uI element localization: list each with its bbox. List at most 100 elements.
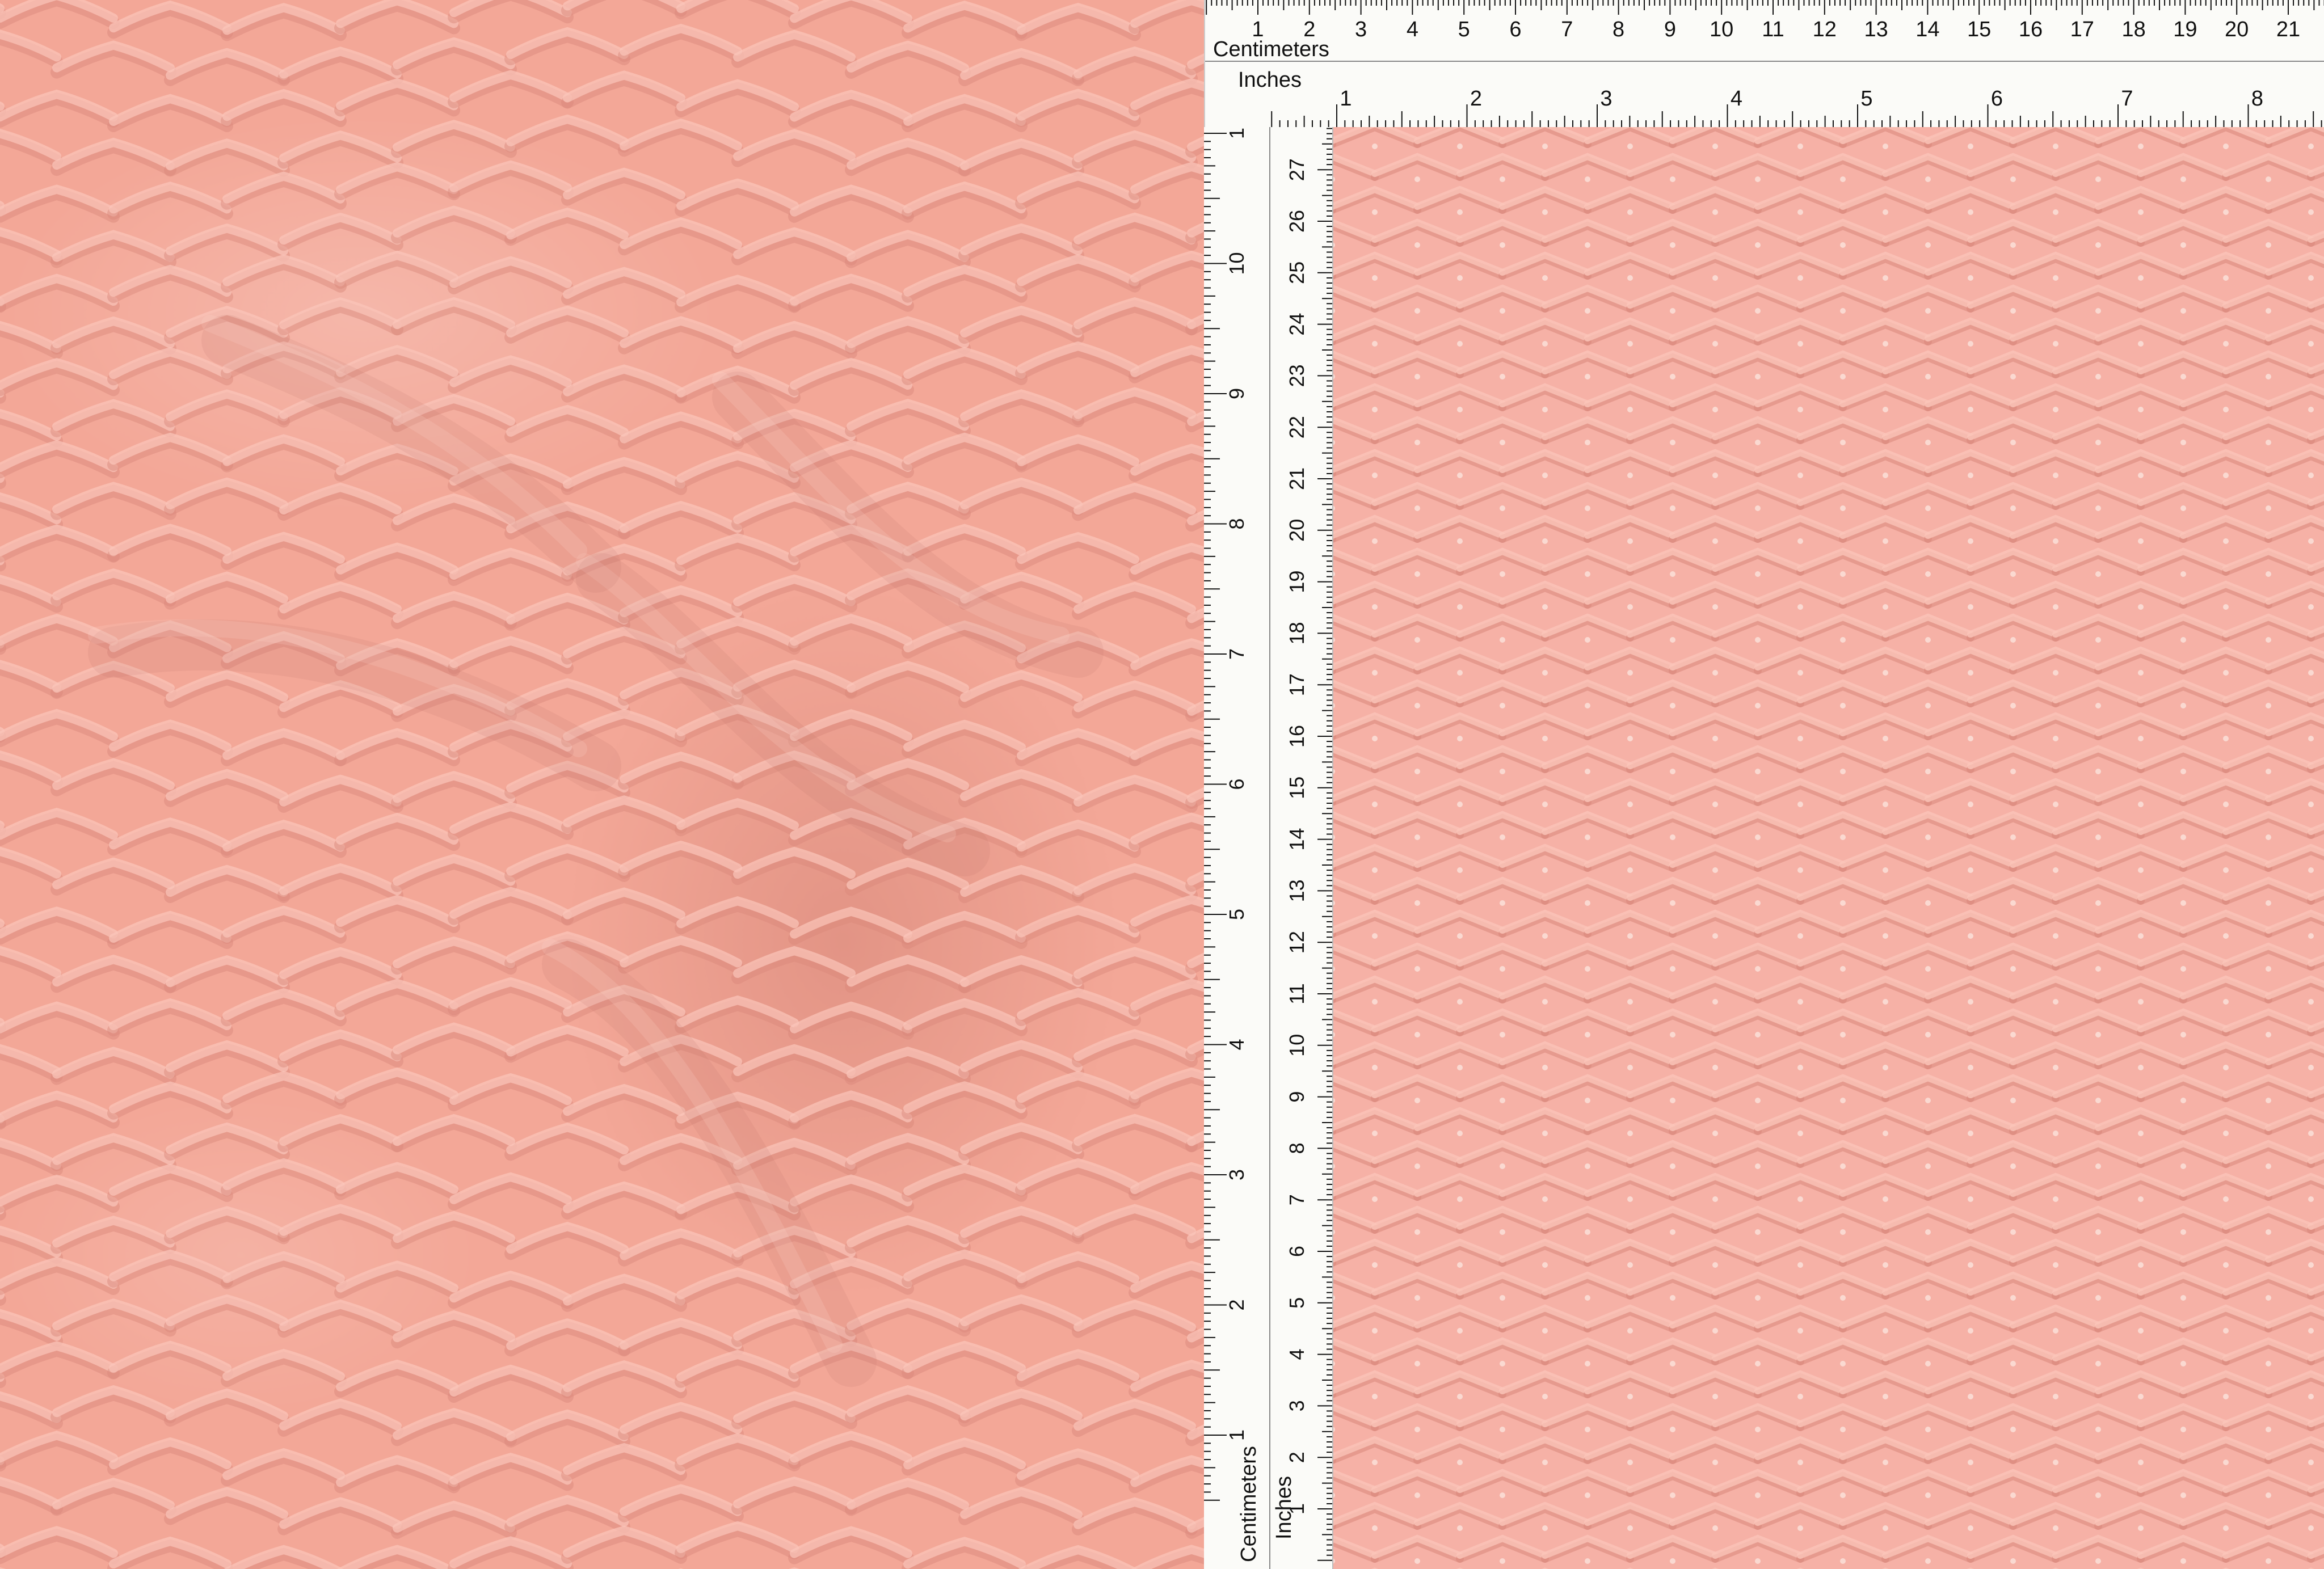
draped-chevron-stitch [107,719,233,758]
chevron-stitch [1881,811,1974,840]
draped-chevron-stitch [731,946,857,985]
cm-number: 25 [1285,262,1308,284]
chevron-stitch [1924,383,2017,412]
draped-chevron-stitch [277,1398,403,1437]
chevron-stitch [1413,185,1506,215]
chevron-stitch [1498,975,1592,1005]
chevron-stitch [1413,1107,1506,1136]
chevron-stitch [1456,547,1549,577]
chevron-stitch [1669,383,1762,412]
draped-chevron-stitch [391,205,517,244]
cm-number: 21 [2276,18,2300,41]
chevron-stitch [2179,1304,2272,1334]
chevron-stitch [1584,514,1677,544]
draped-chevron-stitch [221,1251,347,1289]
draped-chevron-stitch [675,1521,801,1559]
chevron-stitch [1881,153,1974,182]
cm-number: 9 [1664,18,1676,41]
draped-chevron-stitch [902,910,1028,949]
chevron-stitch [1754,127,1847,149]
draped-chevron-stitch [334,1359,460,1398]
chevron-stitch [1584,1370,1677,1399]
draped-chevron-stitch [448,977,574,1016]
chevron-stitch [2094,185,2187,215]
chevron-stitch [2264,712,2324,741]
chevron-stitch [1332,449,1421,478]
chevron-stitch [1839,646,1932,676]
draped-chevron-stitch [1129,1260,1204,1299]
draped-chevron-stitch [0,89,120,128]
chevron-stitch [2222,547,2315,577]
chevron-stitch [2179,127,2272,149]
chevron-stitch [1456,482,1549,511]
chevron-stitch [1754,185,1847,215]
chevron-stitch [1839,127,1932,149]
draped-chevron-stitch [277,1497,403,1536]
chevron-stitch [2052,876,2145,906]
chevron-stitch [1967,416,2060,445]
chevron-stitch [2137,416,2230,445]
chevron-stitch [2052,284,2145,314]
draped-chevron-stitch [1015,1158,1141,1197]
chevron-stitch [1626,1271,1719,1301]
draped-chevron-stitch [1129,978,1204,1017]
draped-chevron-stitch [0,320,63,359]
draped-chevron-stitch [334,0,460,35]
chevron-stitch [1456,153,1549,182]
chevron-stitch [1754,1172,1847,1202]
draped-chevron-stitch [334,250,460,289]
chevron-stitch [1839,580,1932,610]
draped-chevron-stitch [504,114,630,153]
chevron-stitch [1924,127,2017,149]
chevron-stitch [1332,185,1421,215]
chevron-stitch [1754,1041,1847,1070]
chevron-stitch [2009,778,2102,807]
cm-number: 17 [2070,18,2094,41]
chevron-stitch [1796,613,1889,643]
chevron-stitch [1967,1074,2060,1103]
chevron-stitch [1796,153,1889,182]
chevron-stitch [1413,317,1506,347]
chevron-stitch [2137,1271,2230,1301]
draped-chevron-stitch [1072,581,1198,620]
draped-chevron-stitch [221,1071,347,1110]
chevron-stitch [1669,1172,1762,1202]
draped-chevron-stitch [277,297,403,336]
chevron-stitch [2052,1140,2145,1169]
draped-chevron-stitch [221,254,347,293]
chevron-stitch [2222,876,2315,906]
chevron-stitch [1332,712,1421,741]
draped-chevron-stitch [391,1408,517,1446]
draped-chevron-stitch [1072,1204,1198,1242]
chevron-stitch [1413,127,1506,149]
draped-chevron-stitch [448,887,574,925]
chevron-stitch [1796,218,1889,248]
draped-chevron-stitch [221,1348,347,1387]
inch-number: 7 [2121,87,2133,111]
chevron-stitch [1839,1304,1932,1334]
chevron-stitch [2179,185,2272,215]
chevron-stitch [1498,843,1592,873]
chevron-stitch [1626,153,1719,182]
chevron-stitch [2222,613,2315,643]
chevron-stitch [2052,1271,2145,1301]
chevron-stitch [1332,1074,1379,1103]
draped-chevron-stitch [334,978,460,1017]
chevron-stitch [1332,1271,1379,1301]
draped-chevron-stitch [0,808,120,846]
chevron-stitch [1626,1337,1719,1366]
chevron-stitch [2179,712,2272,741]
chevron-stitch [2094,975,2187,1005]
draped-chevron-stitch [50,568,176,607]
inch-number: 8 [2251,87,2263,111]
chevron-stitch [2094,127,2187,149]
draped-chevron-stitch [50,230,176,268]
chevron-stitch [1332,1337,1379,1366]
inch-number: 2 [1225,1299,1248,1310]
chevron-stitch [2264,843,2324,873]
chevron-stitch [1967,811,2060,840]
draped-chevron-stitch [107,1163,233,1203]
chevron-stitch [1669,251,1762,281]
chevron-stitch [1371,1337,1464,1366]
chevron-stitch [2222,679,2315,708]
